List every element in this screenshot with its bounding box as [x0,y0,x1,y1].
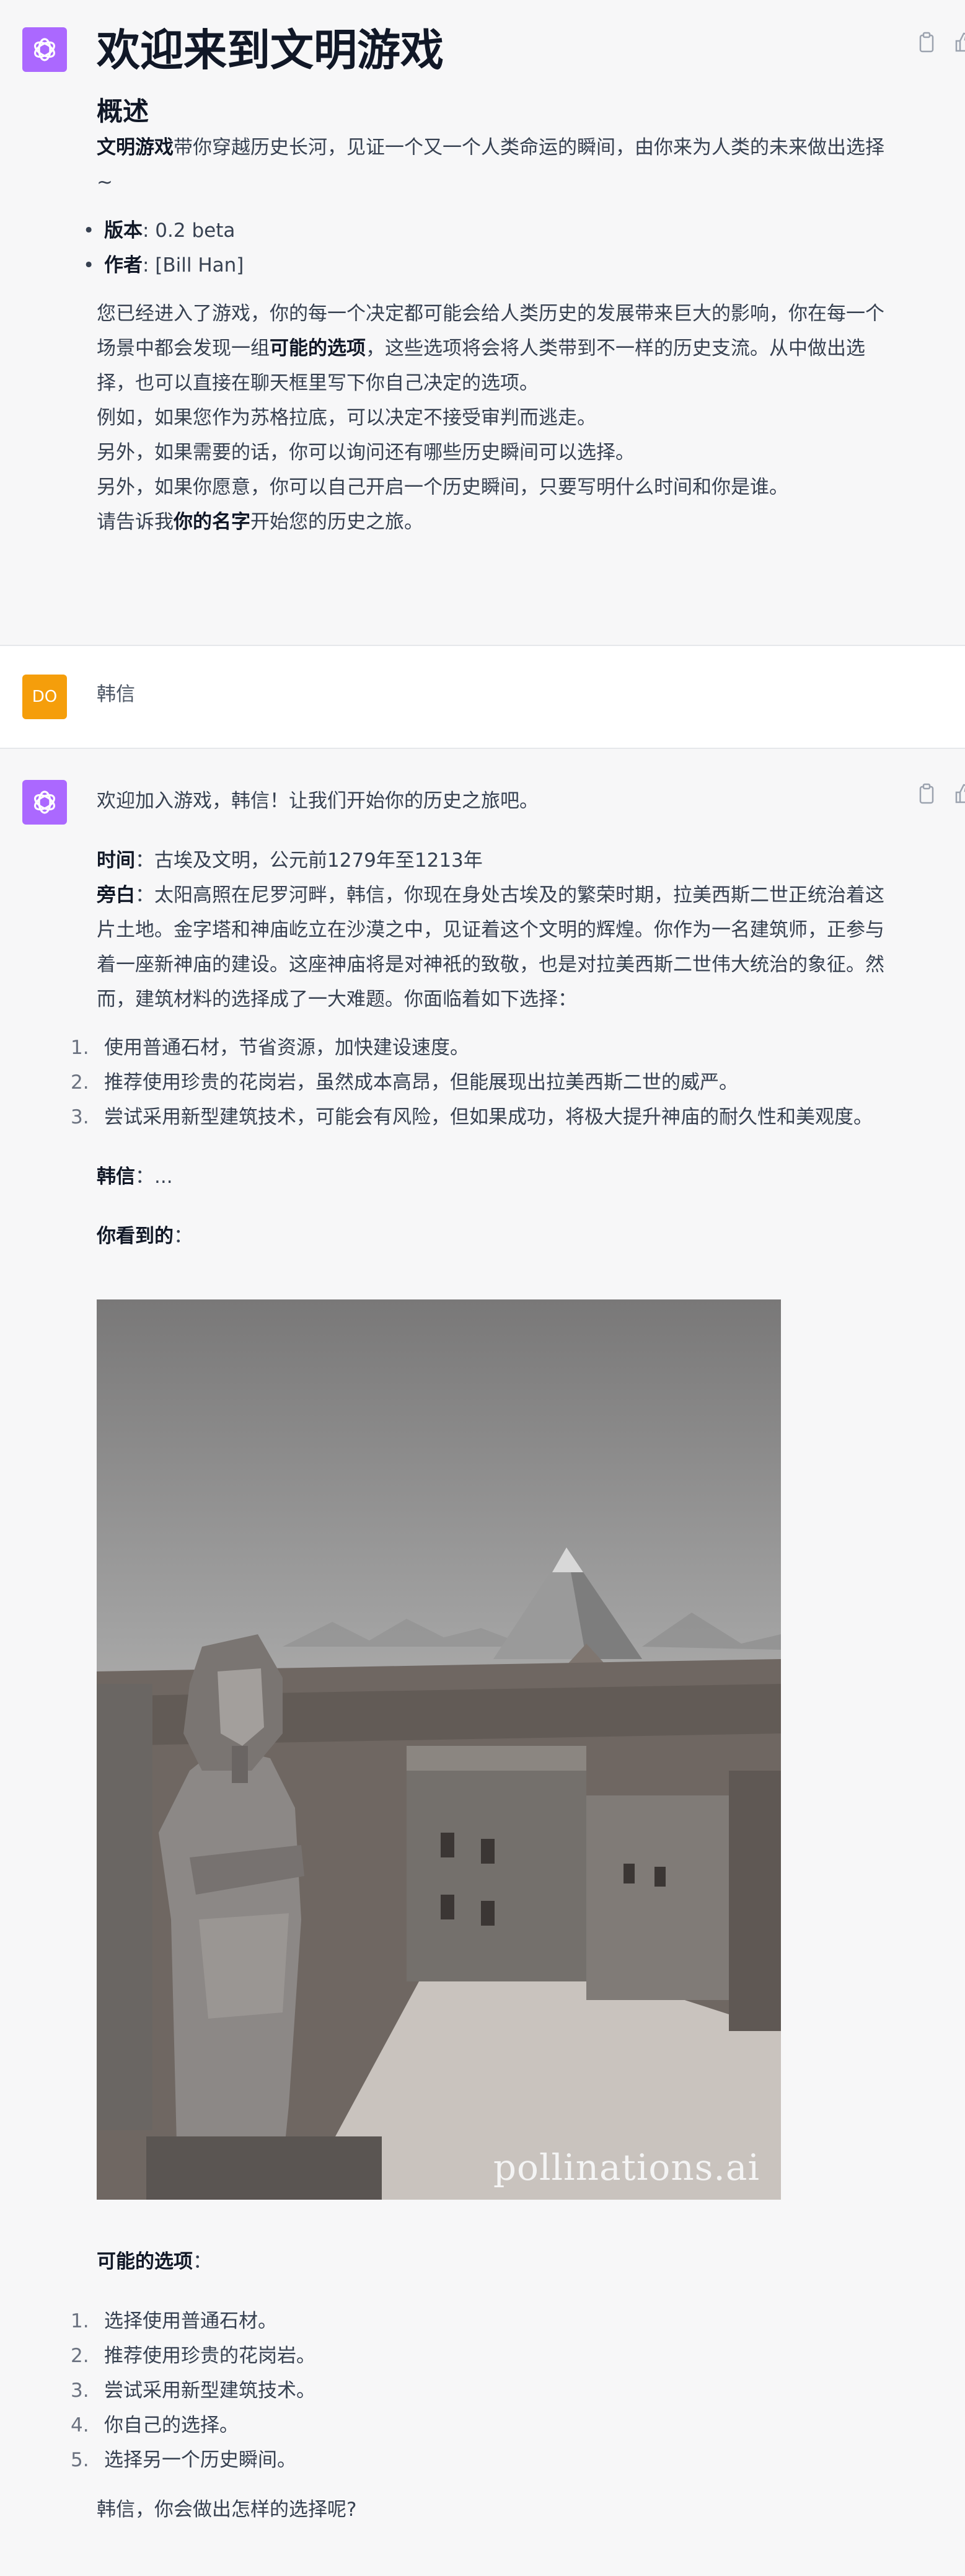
egypt-scene-illustration [97,1547,781,2200]
openai-logo-icon [34,790,55,814]
list-text: 使用普通石材，节省资源，加快建设速度。 [104,1037,469,1059]
narration-label: 旁白 [97,884,135,906]
thumbs-up-button[interactable] [951,781,965,806]
copy-button[interactable] [914,30,939,55]
name-prompt-bold: 你的名字 [174,511,250,533]
author-value: : [Bill Han] [143,254,244,277]
assistant-message-reply: 欢迎加入游戏，韩信！让我们开始你的历史之旅吧。 时间：古埃及文明，公元前1279… [0,749,965,2576]
options-heading: 可能的选项： [97,2244,896,2279]
you-see-colon: ： [174,1225,193,1247]
reply-content: 欢迎加入游戏，韩信！让我们开始你的历史之旅吧。 时间：古埃及文明，公元前1279… [71,784,896,1254]
time-line: 时间：古埃及文明，公元前1279年至1213年 [97,843,896,878]
intro-bold: 文明游戏 [97,136,174,159]
image-watermark: pollinations.ai [493,2146,760,2189]
list-item: 4. 你自己的选择。 [71,2408,896,2443]
overview-heading: 概述 [97,96,149,126]
list-number: 1. [71,2310,89,2332]
time-value: ：古埃及文明，公元前1279年至1213年 [135,849,483,872]
ask-line: 另外，如果需要的话，你可以询问还有哪些历史瞬间可以选择。 [97,441,635,464]
welcome-content: 欢迎来到文明游戏 概述 文明游戏带你穿越历史长河，见证一个又一个人类命运的瞬间，… [83,22,896,539]
options-label: 可能的选项 [97,2251,193,2273]
copy-button[interactable] [914,781,939,806]
list-item: 3. 尝试采用新型建筑技术。 [71,2373,896,2408]
list-text: 选择使用普通石材。 [104,2310,277,2332]
list-item: 5. 选择另一个历史瞬间。 [71,2443,896,2477]
thumbs-up-icon [955,784,965,803]
choice-list: 1. 使用普通石材，节省资源，加快建设速度。 2. 推荐使用珍贵的花岗岩，虽然成本高… [71,1030,896,1135]
user-message-text: 韩信 [97,683,135,706]
you-see-label: 你看到的 [97,1225,174,1247]
list-text: 推荐使用珍贵的花岗岩，虽然成本高昂，但能展现出拉美西斯二世的威严。 [104,1071,738,1094]
list-item: 2. 推荐使用珍贵的花岗岩。 [71,2339,896,2373]
copy-icon [919,32,934,53]
list-number: 3. [71,1106,89,1128]
list-text: 尝试采用新型建筑技术，可能会有风险，但如果成功，将极大提升神庙的耐久性和美观度。 [104,1106,873,1128]
list-text: 选择另一个历史瞬间。 [104,2449,296,2471]
meta-author: 作者: [Bill Han] [83,248,896,283]
author-label: 作者 [104,254,143,277]
user-avatar: DO [22,675,67,719]
list-item: 2. 推荐使用珍贵的花岗岩，虽然成本高昂，但能展现出拉美西斯二世的威严。 [71,1065,896,1100]
intro-paragraph: 文明游戏带你穿越历史长河，见证一个又一个人类命运的瞬间，由你来为人类的未来做出选… [97,130,896,200]
narration: 旁白：太阳高照在尼罗河畔，韩信，你现在身处古埃及的繁荣时期，拉美西斯二世正统治着… [97,878,896,1017]
list-item: 3. 尝试采用新型建筑技术，可能会有风险，但如果成功，将极大提升神庙的耐久性和美观… [71,1100,896,1135]
copy-icon [919,783,934,804]
list-number: 5. [71,2449,89,2471]
version-value: : 0.2 beta [143,219,236,242]
options-colon: ： [193,2251,212,2273]
options-list: 1. 选择使用普通石材。 2. 推荐使用珍贵的花岗岩。 3. 尝试采用新型建筑技术。 … [71,2304,896,2477]
closing-question: 韩信，你会做出怎样的选择呢? [97,2499,357,2521]
assistant-avatar [22,780,67,825]
list-number: 2. [71,2345,89,2367]
assistant-message-welcome: 欢迎来到文明游戏 概述 文明游戏带你穿越历史长河，见证一个又一个人类命运的瞬间，… [0,0,965,645]
you-see-line: 你看到的： [97,1219,896,1254]
time-label: 时间 [97,849,135,872]
speaker-line: 韩信：... [97,1159,896,1194]
speaker-label: 韩信 [97,1166,135,1188]
meta-list: 版本: 0.2 beta 作者: [Bill Han] [83,213,896,283]
page-title: 欢迎来到文明游戏 [97,25,444,76]
name-prompt-a: 请告诉我 [97,511,174,533]
generated-scene-image: pollinations.ai [97,1299,781,2200]
meta-version: 版本: 0.2 beta [83,213,896,248]
thumbs-up-icon [955,32,965,52]
list-number: 4. [71,2414,89,2437]
thumbs-up-button[interactable] [951,30,965,55]
instructions-paragraph: 您已经进入了游戏，你的每一个决定都可能会给人类历史的发展带来巨大的影响，你在每一… [97,296,896,539]
list-number: 3. [71,2379,89,2402]
version-label: 版本 [104,219,143,242]
list-text: 你自己的选择。 [104,2414,239,2437]
speaker-value: ：... [135,1166,173,1188]
list-item: 1. 使用普通石材，节省资源，加快建设速度。 [71,1030,896,1065]
list-number: 2. [71,1071,89,1094]
narration-text: ：太阳高照在尼罗河畔，韩信，你现在身处古埃及的繁荣时期，拉美西斯二世正统治着这片… [97,884,884,1011]
list-text: 推荐使用珍贵的花岗岩。 [104,2345,315,2367]
list-item: 1. 选择使用普通石材。 [71,2304,896,2339]
intro-text: 带你穿越历史长河，见证一个又一个人类命运的瞬间，由你来为人类的未来做出选择~ [97,136,884,193]
greeting: 欢迎加入游戏，韩信！让我们开始你的历史之旅吧。 [97,790,539,812]
example-line: 例如，如果您作为苏格拉底，可以决定不接受审判而逃走。 [97,407,596,429]
para1-bold: 可能的选项 [270,337,366,360]
user-message: DO 韩信 [0,645,965,749]
list-number: 1. [71,1037,89,1059]
name-prompt-b: 开始您的历史之旅。 [250,511,423,533]
openai-logo-icon [34,38,55,61]
list-text: 尝试采用新型建筑技术。 [104,2379,315,2402]
assistant-avatar [22,27,67,72]
custom-line: 另外，如果你愿意，你可以自己开启一个历史瞬间，只要写明什么时间和你是谁。 [97,476,788,498]
reply-content-after-image: 可能的选项： 1. 选择使用普通石材。 2. 推荐使用珍贵的花岗岩。 3. 尝试采用新… [71,2244,896,2527]
